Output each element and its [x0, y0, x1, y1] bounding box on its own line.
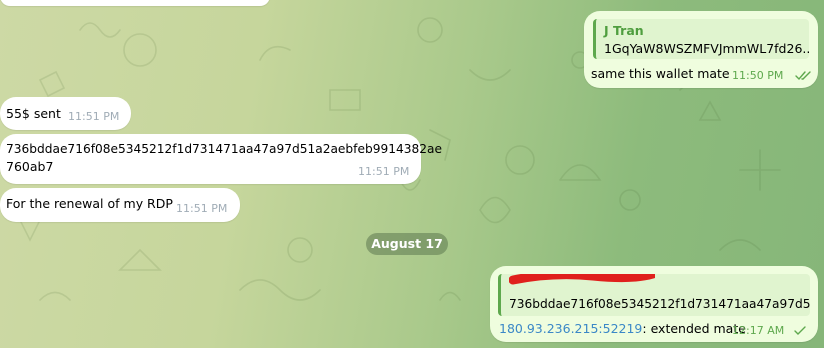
date-separator: August 17	[366, 233, 448, 255]
message-text-suffix: : extended mate	[642, 321, 746, 336]
reply-preview[interactable]: J Tran 1GqYaW8WSZMFVJmmWL7fd26...	[593, 19, 809, 59]
check-icon	[794, 326, 806, 335]
message-time: 12:17 AM	[732, 324, 785, 337]
reply-sender-name: J Tran	[604, 23, 644, 38]
reply-quoted-text: 736bddae716f08e5345212f1d731471aa47a97d5…	[509, 297, 810, 311]
incoming-message-rdp-renewal[interactable]: For the renewal of my RDP 11:51 PM	[0, 188, 240, 222]
message-time: 11:51 PM	[68, 110, 120, 123]
message-text: same this wallet mate	[591, 66, 730, 81]
message-text-line-1: 736bddae716f08e5345212f1d731471aa47a97d5…	[6, 142, 442, 156]
outgoing-message-extended[interactable]: 736bddae716f08e5345212f1d731471aa47a97d5…	[490, 266, 818, 342]
message-text: 55$ sent	[6, 106, 61, 121]
reply-preview[interactable]: 736bddae716f08e5345212f1d731471aa47a97d5…	[498, 274, 810, 316]
double-check-icon	[795, 71, 811, 81]
message-text: For the renewal of my RDP	[6, 196, 173, 211]
incoming-message-payment[interactable]: 55$ sent 11:51 PM	[0, 97, 131, 130]
message-text: 180.93.236.215:52219: extended mate	[499, 321, 746, 336]
message-time: 11:50 PM	[732, 69, 784, 82]
incoming-message-transaction-hash[interactable]: 736bddae716f08e5345212f1d731471aa47a97d5…	[0, 134, 442, 184]
incoming-message-partial	[0, 0, 270, 6]
red-redaction-mark	[509, 274, 655, 285]
message-text-line-2: 760ab7	[6, 159, 54, 174]
message-time: 11:51 PM	[176, 202, 228, 215]
ip-address-link[interactable]: 180.93.236.215:52219	[499, 321, 642, 336]
chat-background: J Tran 1GqYaW8WSZMFVJmmWL7fd26... same t…	[0, 0, 824, 348]
outgoing-message-wallet[interactable]: J Tran 1GqYaW8WSZMFVJmmWL7fd26... same t…	[584, 11, 818, 88]
message-time: 11:51 PM	[358, 165, 410, 178]
reply-quoted-text: 1GqYaW8WSZMFVJmmWL7fd26...	[604, 41, 809, 56]
